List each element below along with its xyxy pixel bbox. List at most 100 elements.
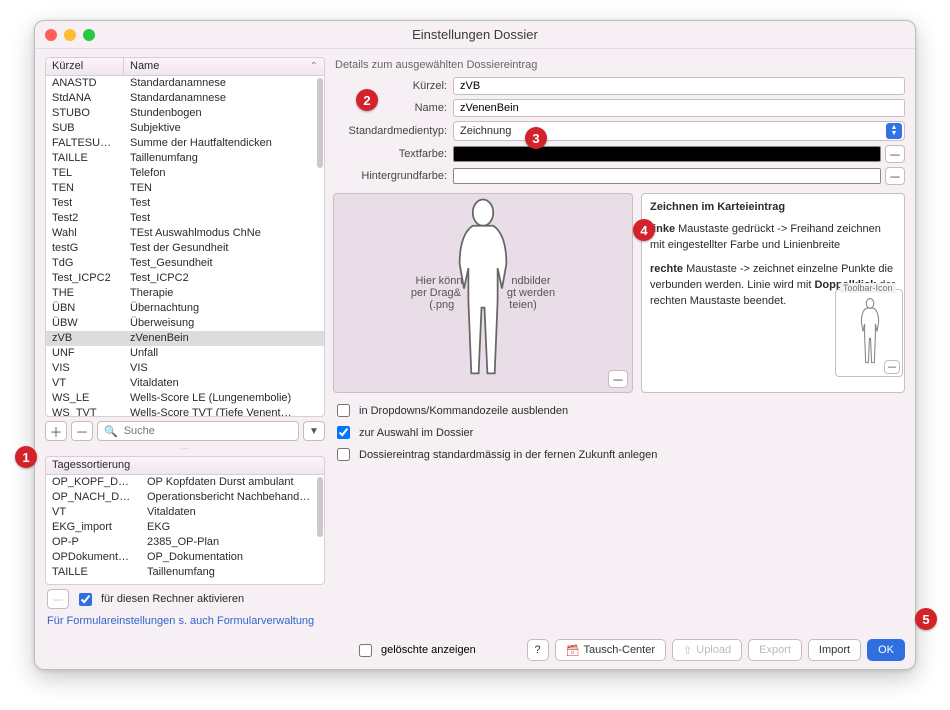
table-row[interactable]: Test2Test [46,211,324,226]
hide-checkbox-row[interactable]: in Dropdowns/Kommandozeile ausblenden [333,401,905,420]
preview-clear-button[interactable]: － [608,370,628,388]
resize-handle-icon[interactable]: ⋯ [45,443,325,454]
col-kurzel[interactable]: Kürzel [46,58,124,75]
hide-checkbox[interactable] [337,404,350,417]
close-icon[interactable] [45,29,57,41]
name-input[interactable] [453,99,905,117]
activate-label: für diesen Rechner aktivieren [101,593,244,605]
annotation-badge-3: 3 [525,127,547,149]
list-toolbar: ＋ － 🔍 ▼ [45,421,325,441]
titlebar: Einstellungen Dossier [35,21,915,49]
filter-button[interactable]: ▼ [303,421,325,441]
deleted-checkbox[interactable] [359,644,372,657]
table-row[interactable]: THETherapie [46,286,324,301]
activate-checkbox[interactable] [79,593,92,606]
chevron-up-icon: ⌃ [310,61,318,72]
table-row[interactable]: VTVitaldaten [46,505,324,520]
table-row[interactable]: TestTest [46,196,324,211]
upload-button[interactable]: ⇧Upload [672,639,742,661]
kurzel-input[interactable] [453,77,905,95]
minimize-icon[interactable] [64,29,76,41]
textcolor-clear-button[interactable]: － [885,145,905,163]
remove-sort-button[interactable]: － [47,589,69,609]
textcolor-swatch[interactable] [453,146,881,162]
preview-box[interactable]: Hier könn ndbilder per Drag& gt werden (… [333,193,633,393]
select-checkbox[interactable] [337,426,350,439]
table-row[interactable]: UNFUnfall [46,346,324,361]
table-row[interactable]: VISVIS [46,361,324,376]
toolbar-icon-clear-button[interactable]: － [884,360,900,374]
table-row[interactable]: OPDokument…OP_Dokumentation [46,550,324,565]
field-bgfarbe: Hintergrundfarbe: － [333,167,905,185]
table-row[interactable]: StdANAStandardanamnese [46,91,324,106]
table-row[interactable]: OP-P2385_OP-Plan [46,535,324,550]
table-row[interactable]: testGTest der Gesundheit [46,241,324,256]
tages-body[interactable]: OP_KOPF_DU…OP Kopfdaten Durst ambulantOP… [46,475,324,584]
annotation-badge-4: 4 [633,219,655,241]
bgcolor-swatch[interactable] [453,168,881,184]
ok-button[interactable]: OK [867,639,905,661]
deleted-checkbox-row[interactable]: gelöschte anzeigen [355,641,476,660]
table-row[interactable]: WahlTEst Auswahlmodus ChNe [46,226,324,241]
tausch-center-button[interactable]: 🗃Tausch-Center [555,639,667,661]
upload-icon: ⇧ [683,644,692,657]
future-checkbox-row[interactable]: Dossiereintrag standardmässig in der fer… [333,445,905,464]
tages-header: Tagessortierung [46,457,324,475]
table-row[interactable]: TENTEN [46,181,324,196]
table-row[interactable]: STUBOStundenbogen [46,106,324,121]
medientyp-select[interactable]: Zeichnung ▲▼ [453,121,905,141]
export-button[interactable]: Export [748,639,802,661]
table-row[interactable]: WS_LEWells-Score LE (Lungenembolie) [46,391,324,406]
help-button[interactable]: ? [527,639,549,661]
field-textfarbe: Textfarbe: － [333,145,905,163]
field-kurzel: Kürzel: [333,77,905,95]
table-row[interactable]: ÜBNÜbernachtung [46,301,324,316]
table-body[interactable]: ANASTDStandardanamneseStdANAStandardanam… [46,76,324,416]
table-row[interactable]: VTVitaldaten [46,376,324,391]
dossier-table: Kürzel Name⌃ ANASTDStandardanamneseStdAN… [45,57,325,417]
table-row[interactable]: zVBzVenenBein [46,331,324,346]
remove-button[interactable]: － [71,421,93,441]
footer: gelöschte anzeigen ? 🗃Tausch-Center ⇧Upl… [35,635,915,669]
table-row[interactable]: OP_KOPF_DU…OP Kopfdaten Durst ambulant [46,475,324,490]
table-header: Kürzel Name⌃ [46,58,324,76]
table-row[interactable]: TdGTest_Gesundheit [46,256,324,271]
add-button[interactable]: ＋ [45,421,67,441]
annotation-badge-5: 5 [915,608,937,630]
zoom-icon[interactable] [83,29,95,41]
col-name[interactable]: Name⌃ [124,58,324,75]
bgcolor-clear-button[interactable]: － [885,167,905,185]
annotation-badge-1: 1 [15,446,37,468]
select-checkbox-row[interactable]: zur Auswahl im Dossier [333,423,905,442]
table-row[interactable]: FALTESUMMSumme der Hautfaltendicken [46,136,324,151]
table-row[interactable]: OP_NACH_D…Operationsbericht Nachbehand… [46,490,324,505]
scrollbar[interactable] [317,78,323,168]
table-row[interactable]: TAILLETaillenumfang [46,151,324,166]
table-row[interactable]: SUBSubjektive [46,121,324,136]
settings-window: Einstellungen Dossier Kürzel Name⌃ ANAST… [34,20,916,670]
search-input[interactable] [122,424,292,438]
search-field[interactable]: 🔍 [97,421,299,441]
table-row[interactable]: Test_ICPC2Test_ICPC2 [46,271,324,286]
select-arrows-icon: ▲▼ [886,123,902,139]
field-medientyp: Standardmedientyp: Zeichnung ▲▼ [333,121,905,141]
future-checkbox[interactable] [337,448,350,461]
table-row[interactable]: TAILLETaillenumfang [46,565,324,580]
import-button[interactable]: Import [808,639,861,661]
package-icon: 🗃 [566,644,580,657]
options-checkboxes: in Dropdowns/Kommandozeile ausblenden zu… [333,401,905,464]
table-row[interactable]: ÜBWÜberweisung [46,316,324,331]
scrollbar[interactable] [317,477,323,537]
window-controls [45,29,95,41]
toolbar-body-icon [853,298,887,368]
table-row[interactable]: EKG_importEKG [46,520,324,535]
table-row[interactable]: WS_TVTWells-Score TVT (Tiefe Venent… [46,406,324,416]
info-line-1: linke Maustaste gedrückt -> Freihand zei… [650,222,896,254]
activate-row: － für diesen Rechner aktivieren [45,585,325,613]
table-row[interactable]: TELTelefon [46,166,324,181]
formular-link[interactable]: Für Formulareinstellungen s. auch Formul… [45,613,325,633]
tagessortierung-table: Tagessortierung OP_KOPF_DU…OP Kopfdaten … [45,456,325,585]
window-title: Einstellungen Dossier [412,27,538,42]
table-row[interactable]: ANASTDStandardanamnese [46,76,324,91]
field-name: Name: [333,99,905,117]
